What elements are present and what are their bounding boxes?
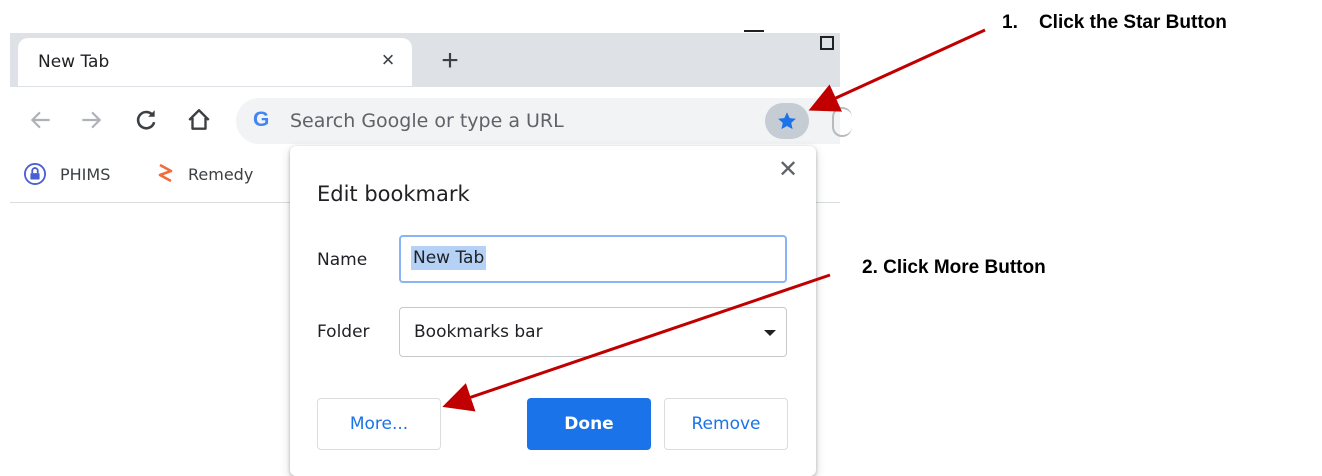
bookmark-item-phims[interactable]: PHIMS <box>24 162 110 186</box>
annotation-step-1: 1. Click the Star Button <box>1002 12 1227 33</box>
dialog-close-icon[interactable]: ✕ <box>776 158 800 182</box>
lock-icon <box>24 163 46 185</box>
star-icon <box>778 112 796 130</box>
back-arrow-icon[interactable] <box>28 107 54 133</box>
dialog-title: Edit bookmark <box>317 182 470 206</box>
remove-button[interactable]: Remove <box>664 398 788 450</box>
done-button[interactable]: Done <box>527 398 651 450</box>
omnibox-placeholder[interactable]: Search Google or type a URL <box>290 110 564 132</box>
name-label: Name <box>317 250 368 270</box>
name-field-value[interactable]: New Tab <box>411 246 487 270</box>
profile-avatar-icon[interactable] <box>832 107 852 137</box>
bookmark-label-phims: PHIMS <box>60 164 111 184</box>
folder-label: Folder <box>317 322 370 342</box>
minimize-icon[interactable] <box>741 30 771 34</box>
reload-icon[interactable] <box>133 107 159 133</box>
more-button[interactable]: More... <box>317 398 441 450</box>
annotation-step-2: 2. Click More Button <box>862 257 1046 278</box>
bookmark-item-remedy[interactable]: Remedy <box>158 162 253 186</box>
tab-close-icon[interactable]: × <box>376 48 400 72</box>
remedy-logo-icon <box>158 163 173 183</box>
chevron-down-icon[interactable] <box>764 330 776 336</box>
new-tab-plus-icon[interactable]: + <box>436 46 464 76</box>
tab-title: New Tab <box>38 52 110 72</box>
maximize-icon[interactable] <box>820 36 834 50</box>
bookmark-label-remedy: Remedy <box>188 164 254 184</box>
bookmark-star-button[interactable] <box>765 103 809 139</box>
forward-arrow-icon[interactable] <box>78 107 104 133</box>
google-g-icon: G <box>253 108 270 131</box>
folder-select-value[interactable]: Bookmarks bar <box>414 322 543 342</box>
home-icon[interactable] <box>186 107 212 133</box>
